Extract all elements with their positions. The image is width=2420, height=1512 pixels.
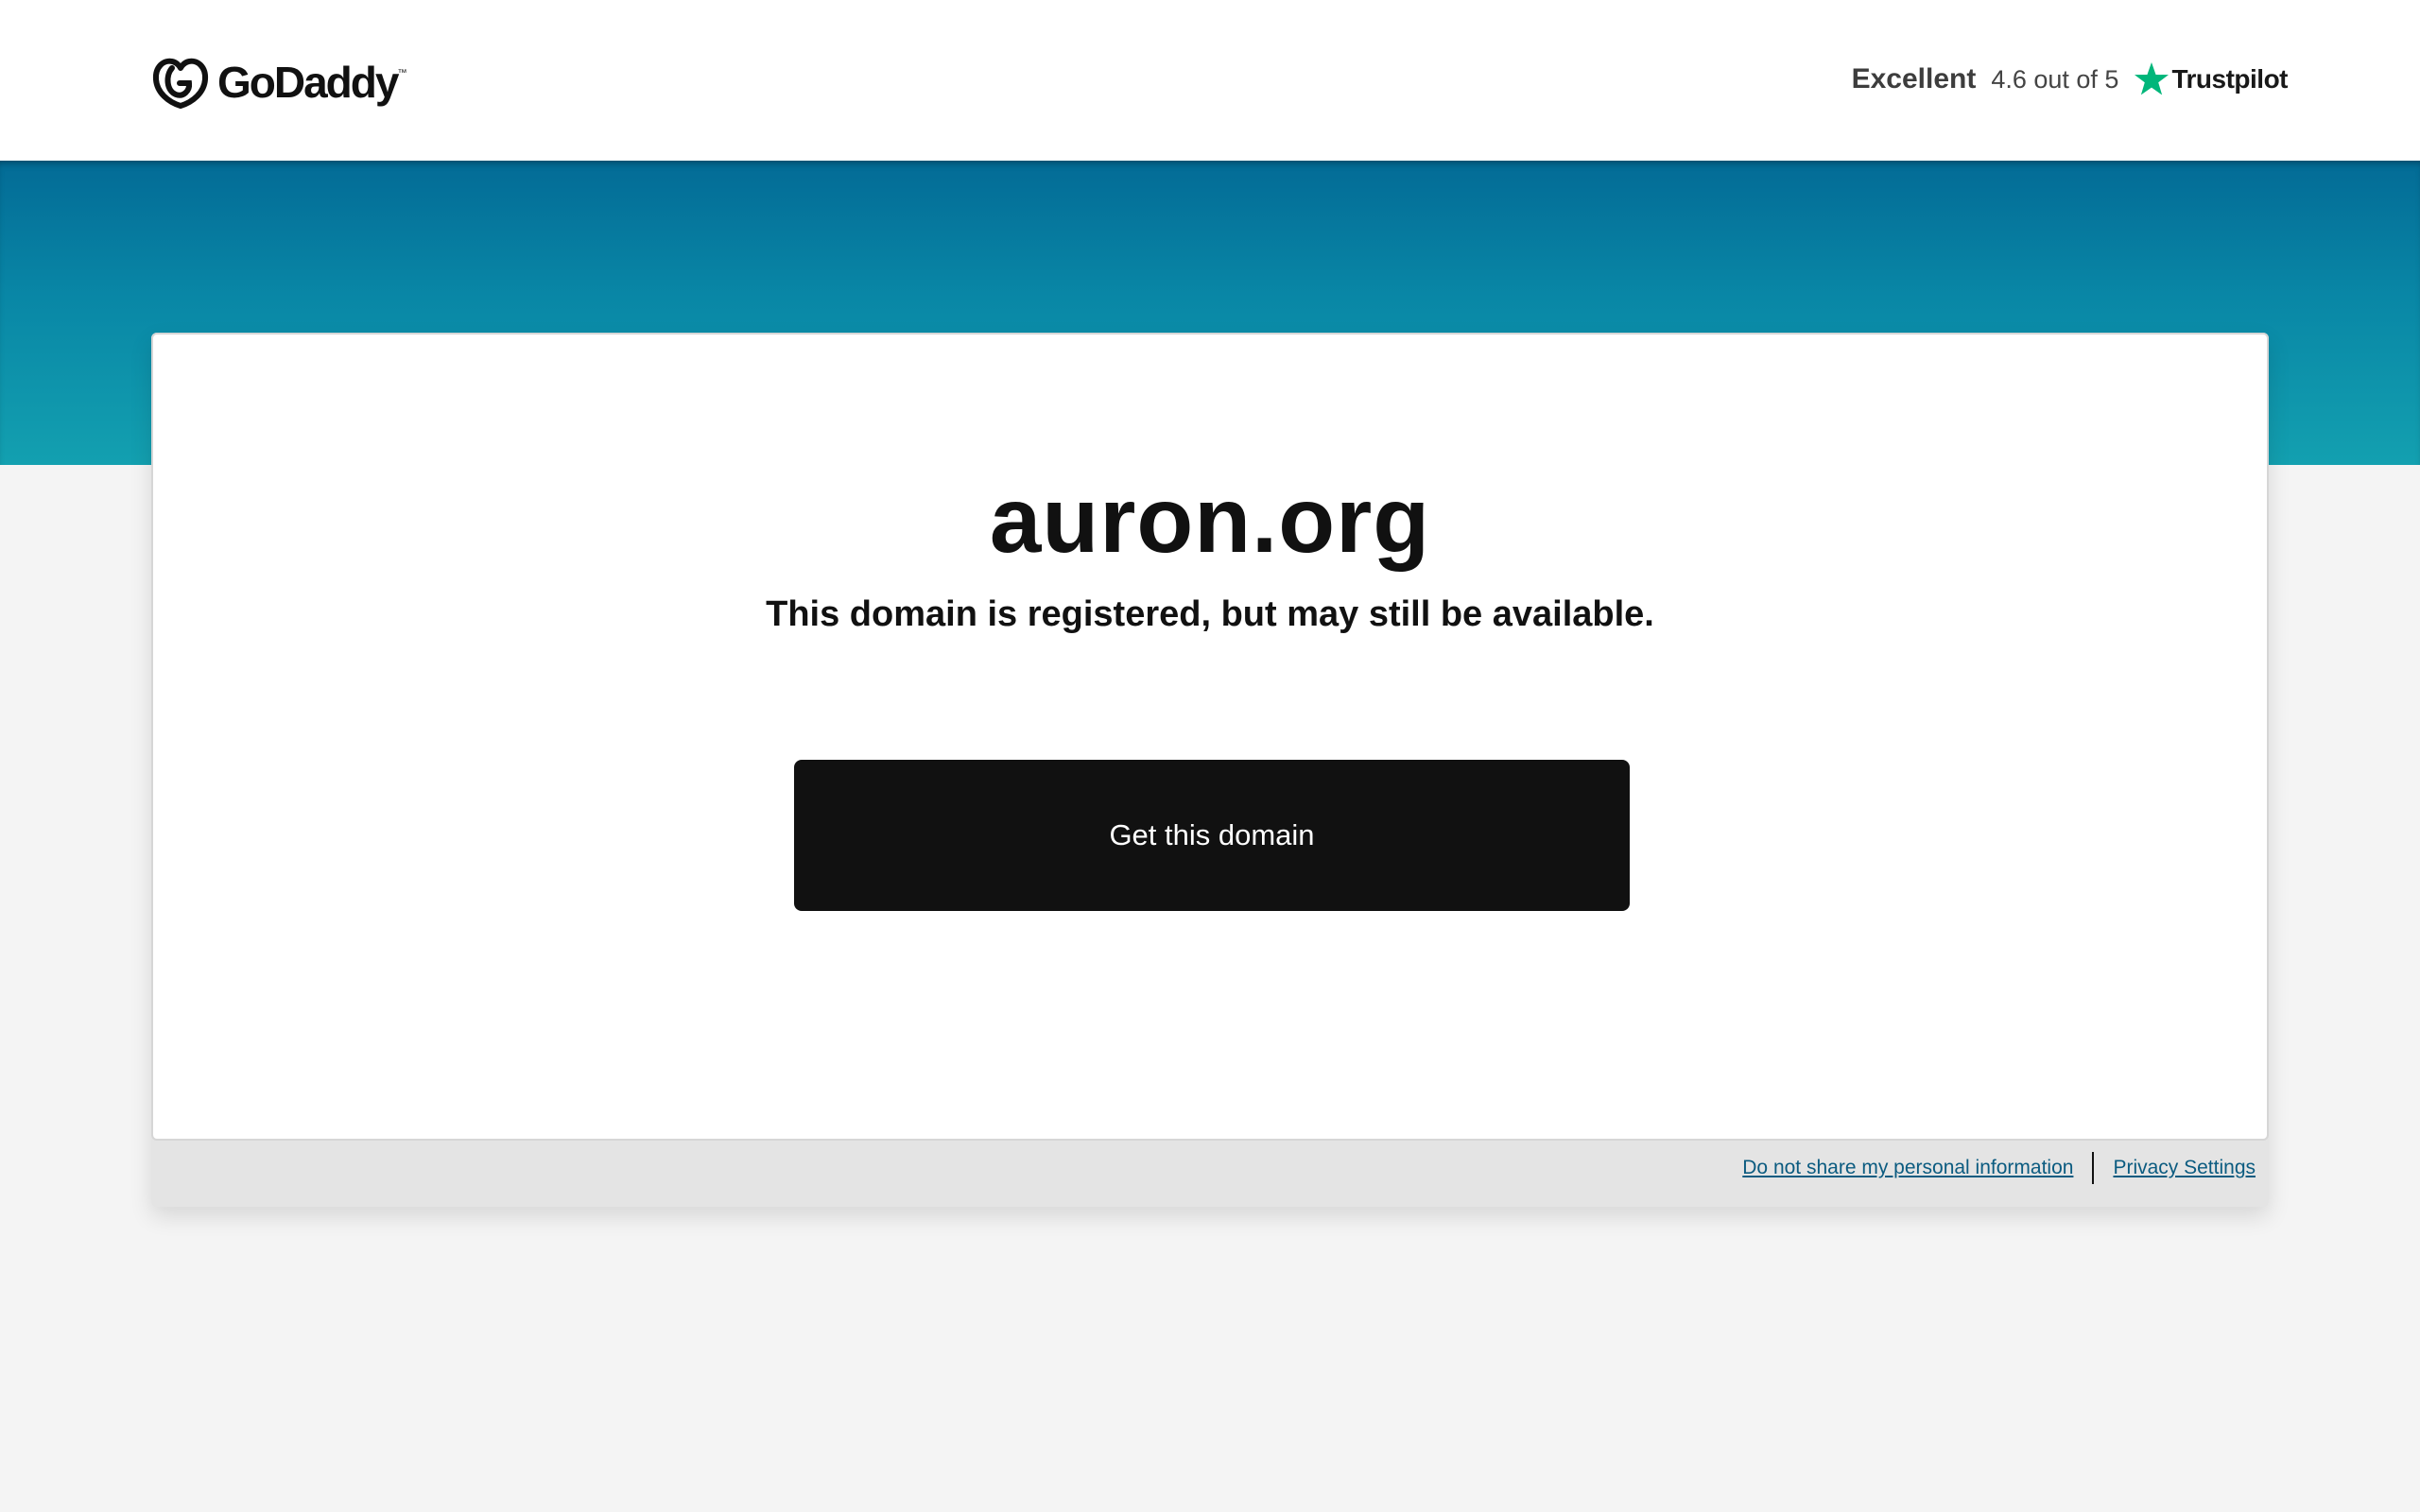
godaddy-heart-icon xyxy=(152,58,209,109)
domain-card-container: auron.org This domain is registered, but… xyxy=(151,333,2269,1207)
privacy-settings-link[interactable]: Privacy Settings xyxy=(2113,1157,2256,1179)
trustpilot-rating[interactable]: Excellent 4.6 out of 5 Trustpilot xyxy=(1852,57,2288,102)
footer-links: Do not share my personal information Pri… xyxy=(1742,1149,2256,1187)
domain-status-text: This domain is registered, but may still… xyxy=(766,594,1654,634)
site-header: GoDaddy ™ Excellent 4.6 out of 5 Trustpi… xyxy=(0,0,2420,161)
logo-wordmark: GoDaddy xyxy=(217,58,399,107)
trustpilot-logo: Trustpilot xyxy=(2171,64,2288,94)
star-icon xyxy=(2135,62,2169,95)
logo-trademark: ™ xyxy=(397,68,407,78)
godaddy-logo[interactable]: GoDaddy ™ xyxy=(151,53,406,112)
domain-card: auron.org This domain is registered, but… xyxy=(151,333,2269,1141)
rating-label: Excellent xyxy=(1851,63,1977,94)
domain-name: auron.org xyxy=(989,468,1431,572)
footer-divider xyxy=(2092,1152,2095,1184)
do-not-share-link[interactable]: Do not share my personal information xyxy=(1742,1157,2073,1179)
get-this-domain-button[interactable]: Get this domain xyxy=(794,760,1630,911)
rating-score: 4.6 out of 5 xyxy=(1991,64,2119,94)
